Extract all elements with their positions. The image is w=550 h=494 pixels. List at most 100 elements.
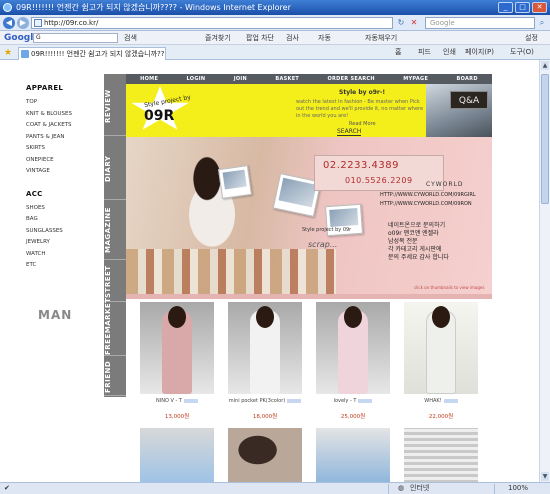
nav-login[interactable]: LOGIN bbox=[186, 76, 205, 82]
product-name-text: lovely - T bbox=[333, 398, 357, 404]
product-name[interactable]: lovely - T bbox=[316, 398, 390, 404]
scroll-thumb[interactable] bbox=[541, 74, 549, 204]
product-card[interactable] bbox=[316, 428, 390, 482]
page-menu-button[interactable]: 페이지(P) bbox=[465, 46, 494, 59]
autolink-button[interactable]: 자동 bbox=[318, 31, 331, 45]
qa-sign-link[interactable]: Q&A bbox=[450, 91, 488, 109]
product-image[interactable] bbox=[140, 302, 214, 394]
product-image[interactable] bbox=[228, 428, 302, 482]
category-link-sunglasses[interactable]: SUNGLASSES bbox=[26, 226, 106, 238]
tab-freemarket[interactable]: FREEMARKET bbox=[104, 298, 126, 356]
contact-note-line: 남성복 전문 bbox=[388, 238, 418, 245]
product-image[interactable] bbox=[316, 302, 390, 394]
address-bar: ◀ ▶ http://09r.co.kr/ ↻ ✕ Google ⌕ bbox=[0, 15, 550, 31]
stop-icon[interactable]: ✕ bbox=[409, 18, 419, 28]
category-link-pants[interactable]: PANTS & JEAN bbox=[26, 132, 106, 144]
category-link-shoes[interactable]: SHOES bbox=[26, 203, 106, 215]
scroll-down-arrow[interactable]: ▼ bbox=[541, 472, 549, 481]
product-name[interactable]: mini pocket PK(3color) bbox=[228, 398, 302, 404]
category-link-jewelry[interactable]: JEWELRY bbox=[26, 237, 106, 249]
apparel-heading: APPAREL bbox=[26, 84, 64, 92]
category-link-top[interactable]: TOP bbox=[26, 97, 106, 109]
product-image[interactable] bbox=[404, 428, 478, 482]
nav-home[interactable]: HOME bbox=[140, 76, 158, 82]
product-card[interactable]: lovely - T 25,000원 bbox=[316, 302, 390, 420]
category-link-onepiece[interactable]: ONEPIECE bbox=[26, 155, 106, 167]
cyworld-url-1[interactable]: HTTP://WWW.CYWORLD.COM/09RGIRL bbox=[380, 192, 476, 198]
product-card[interactable] bbox=[140, 428, 214, 482]
category-link-skirts[interactable]: SKIRTS bbox=[26, 143, 106, 155]
category-link-knit[interactable]: KNIT & BLOUSES bbox=[26, 109, 106, 121]
product-image[interactable] bbox=[228, 302, 302, 394]
window-title-bar[interactable]: 09R!!!!!!! 언젠간 쉼고가 되지 않겠습니까???? - Window… bbox=[0, 0, 550, 15]
read-more-link[interactable]: Read More bbox=[349, 121, 376, 127]
nav-mypage[interactable]: MYPAGE bbox=[403, 76, 428, 82]
product-name[interactable]: WHAK! bbox=[404, 398, 478, 404]
site-logo[interactable]: 09R bbox=[144, 108, 174, 124]
tab-street[interactable]: STREET bbox=[104, 262, 126, 302]
product-image[interactable] bbox=[316, 428, 390, 482]
acc-heading: ACC bbox=[26, 189, 43, 198]
tab-bar: ★ 09R!!!!!!! 언젠간 쉼고가 되지 않겠습니까??? 홈 피드 인쇄… bbox=[0, 45, 550, 60]
product-image[interactable] bbox=[404, 302, 478, 394]
category-link-watch[interactable]: WATCH bbox=[26, 249, 106, 261]
category-link-coat[interactable]: COAT & JACKETS bbox=[26, 120, 106, 132]
cyworld-url-2[interactable]: HTTP://WWW.CYWORLD.COM/09RON bbox=[380, 201, 472, 207]
product-badge bbox=[287, 398, 302, 403]
product-figure-head bbox=[168, 306, 186, 328]
product-card[interactable] bbox=[228, 428, 302, 482]
product-card[interactable]: WHAK! 22,000원 bbox=[404, 302, 478, 420]
product-name[interactable]: NINO V - T bbox=[140, 398, 214, 404]
zoom-level[interactable]: 100% bbox=[508, 483, 528, 494]
page-icon bbox=[34, 19, 42, 27]
home-button[interactable]: 홈 bbox=[395, 46, 401, 59]
ie-app-icon bbox=[3, 3, 12, 12]
search-input[interactable]: Google bbox=[425, 17, 535, 29]
phone-number-2: 010.5526.2209 bbox=[345, 176, 413, 185]
tab-magazine[interactable]: MAGAZINE bbox=[104, 202, 126, 260]
product-card[interactable] bbox=[404, 428, 478, 482]
man-section-link[interactable]: MAN bbox=[38, 308, 72, 322]
product-card[interactable]: mini pocket PK(3color) 18,000원 bbox=[228, 302, 302, 420]
nav-join[interactable]: JOIN bbox=[234, 76, 247, 82]
popup-blocker-button[interactable]: 팝업 차단 bbox=[246, 31, 274, 45]
product-price: 25,000원 bbox=[340, 414, 366, 420]
bookmarks-button[interactable]: 즐겨찾기 bbox=[205, 31, 231, 45]
product-image[interactable] bbox=[140, 428, 214, 482]
print-button[interactable]: 인쇄 bbox=[443, 46, 456, 59]
scroll-up-arrow[interactable]: ▲ bbox=[541, 61, 549, 70]
tab-active[interactable]: 09R!!!!!!! 언젠간 쉼고가 되지 않겠습니까??? bbox=[18, 47, 166, 60]
category-link-vintage[interactable]: VINTAGE bbox=[26, 166, 106, 178]
tools-menu-button[interactable]: 도구(O) bbox=[510, 46, 534, 59]
tab-diary[interactable]: DIARY bbox=[104, 138, 126, 200]
category-link-bag[interactable]: BAG bbox=[26, 214, 106, 226]
vertical-scrollbar[interactable]: ▲ ▼ bbox=[539, 60, 550, 482]
refresh-icon[interactable]: ↻ bbox=[396, 18, 406, 28]
nav-basket[interactable]: BASKET bbox=[275, 76, 299, 82]
banner-search-link[interactable]: SEARCH bbox=[337, 128, 362, 136]
minimize-button[interactable]: _ bbox=[498, 2, 513, 13]
tab-friend[interactable]: FRIEND bbox=[104, 358, 126, 396]
toolbar-options-button[interactable]: 설정 bbox=[525, 31, 538, 45]
forward-button[interactable]: ▶ bbox=[17, 17, 29, 29]
feeds-button[interactable]: 피드 bbox=[418, 46, 431, 59]
google-search-input[interactable]: G bbox=[33, 33, 118, 43]
close-button[interactable]: ✕ bbox=[532, 2, 547, 13]
product-card[interactable]: NINO V - T 13,000원 bbox=[140, 302, 214, 420]
url-field[interactable]: http://09r.co.kr/ bbox=[31, 17, 393, 29]
nav-board[interactable]: BOARD bbox=[456, 76, 477, 82]
product-name-text: WHAK! bbox=[424, 398, 442, 404]
check-button[interactable]: 검사 bbox=[286, 31, 299, 45]
tab-review[interactable]: REVIEW bbox=[104, 78, 126, 136]
style-project-caption: Style project by 09r bbox=[302, 227, 352, 233]
contact-note-line: 각 카테고리 게시판에 bbox=[388, 246, 442, 253]
search-go-icon[interactable]: ⌕ bbox=[537, 18, 547, 28]
google-search-value: G bbox=[36, 34, 41, 41]
category-link-etc[interactable]: ETC bbox=[26, 260, 106, 272]
maximize-button[interactable]: □ bbox=[515, 2, 530, 13]
back-button[interactable]: ◀ bbox=[3, 17, 15, 29]
autofill-button[interactable]: 자동채우기 bbox=[365, 31, 397, 45]
favorites-star-icon[interactable]: ★ bbox=[4, 48, 12, 58]
google-go-button[interactable]: 검색 bbox=[124, 31, 137, 45]
nav-order-search[interactable]: ORDER SEARCH bbox=[327, 76, 374, 82]
